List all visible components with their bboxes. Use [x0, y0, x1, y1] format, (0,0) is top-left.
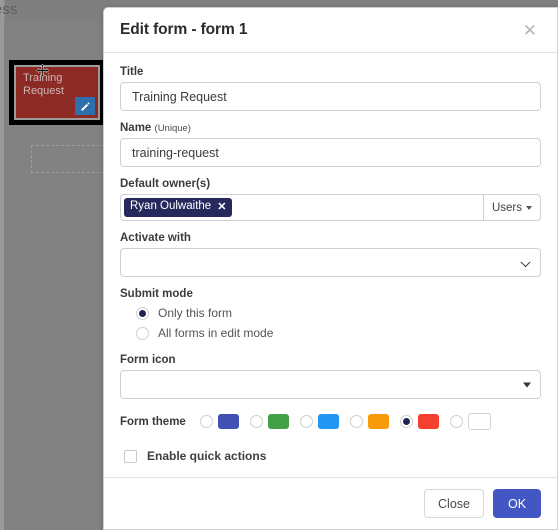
modal-body: Title Name (Unique) Default owner(s) Rya… [104, 53, 557, 477]
form-theme-option-5[interactable] [399, 414, 439, 429]
submit-mode-option-label: Only this form [158, 306, 233, 320]
activate-with-select[interactable] [120, 248, 541, 277]
form-theme-option-2[interactable] [249, 414, 289, 429]
name-label: Name (Unique) [120, 122, 541, 134]
radio-icon[interactable] [199, 415, 213, 428]
checkbox-icon[interactable] [124, 449, 137, 463]
modal-title: Edit form - form 1 [120, 21, 248, 38]
form-theme-option-6[interactable] [449, 413, 491, 430]
modal-header: Edit form - form 1 ✕ [104, 8, 557, 53]
default-owners-field-block: Default owner(s) Ryan Oulwaithe ✕ Users [120, 178, 541, 221]
submit-mode-field-block: Submit mode Only this form All forms in … [120, 288, 541, 340]
submit-mode-label: Submit mode [120, 288, 193, 300]
owner-token-remove-icon[interactable]: ✕ [217, 201, 226, 213]
radio-icon[interactable] [136, 306, 149, 320]
close-icon[interactable]: ✕ [519, 20, 541, 41]
chevron-down-icon [526, 205, 533, 210]
name-label-suffix: (Unique) [154, 123, 191, 134]
name-label-text: Name [120, 122, 152, 134]
color-swatch[interactable] [317, 414, 339, 429]
submit-mode-option-all-forms[interactable]: All forms in edit mode [136, 326, 541, 340]
title-field-block: Title [120, 66, 541, 111]
owner-token-name: Ryan Oulwaithe [130, 200, 212, 213]
pencil-icon [80, 101, 91, 112]
title-label: Title [120, 66, 144, 78]
radio-icon[interactable] [136, 326, 149, 340]
caret-down-icon [523, 382, 531, 387]
owner-type-label: Users [491, 201, 523, 214]
ok-button[interactable]: OK [493, 489, 541, 518]
activate-with-field-block: Activate with [120, 232, 541, 277]
form-icon-label: Form icon [120, 354, 176, 366]
radio-icon[interactable] [399, 415, 413, 428]
form-icon-field-block: Form icon [120, 354, 541, 399]
submit-mode-option-only-this-form[interactable]: Only this form [136, 306, 541, 320]
backdrop-heading: cess [0, 1, 18, 18]
default-owners-row: Ryan Oulwaithe ✕ Users [120, 194, 541, 221]
radio-icon[interactable] [449, 415, 463, 428]
radio-icon[interactable] [249, 415, 263, 428]
color-swatch[interactable] [417, 414, 439, 429]
owner-type-dropdown[interactable]: Users [483, 194, 541, 221]
form-theme-label: Form theme [120, 415, 186, 428]
form-theme-option-4[interactable] [349, 414, 389, 429]
radio-icon[interactable] [349, 415, 363, 428]
modal-footer: Close OK [104, 477, 557, 529]
edit-form-modal: Edit form - form 1 ✕ Title Name (Unique)… [103, 7, 558, 530]
form-card-title: Training Request [23, 72, 64, 97]
form-theme-option-1[interactable] [199, 414, 239, 429]
enable-quick-actions-row[interactable]: Enable quick actions [124, 449, 541, 463]
title-input[interactable] [120, 82, 541, 111]
form-theme-option-3[interactable] [299, 414, 339, 429]
move-cursor-icon [35, 63, 50, 78]
name-input[interactable] [120, 138, 541, 167]
card-edit-button[interactable] [75, 97, 95, 115]
card-inner-frame: Training Request [14, 65, 100, 120]
selected-card-frame[interactable]: Training Request [9, 60, 105, 125]
name-field-block: Name (Unique) [120, 122, 541, 167]
form-theme-row: Form theme [120, 413, 541, 430]
form-card[interactable]: Training Request [16, 67, 98, 118]
color-swatch[interactable] [367, 414, 389, 429]
color-swatch[interactable] [467, 413, 491, 430]
form-icon-select[interactable] [120, 370, 541, 399]
color-swatch[interactable] [217, 414, 239, 429]
activate-with-label: Activate with [120, 232, 191, 244]
color-swatch[interactable] [267, 414, 289, 429]
process-canvas: Training Request [4, 22, 151, 530]
owner-token[interactable]: Ryan Oulwaithe ✕ [124, 198, 233, 217]
owner-token-list[interactable]: Ryan Oulwaithe ✕ [120, 194, 483, 221]
chevron-down-icon [520, 256, 531, 267]
enable-quick-actions-label: Enable quick actions [147, 449, 267, 463]
close-button[interactable]: Close [424, 489, 484, 518]
submit-mode-option-label: All forms in edit mode [158, 326, 274, 340]
default-owners-label: Default owner(s) [120, 178, 211, 190]
radio-icon[interactable] [299, 415, 313, 428]
